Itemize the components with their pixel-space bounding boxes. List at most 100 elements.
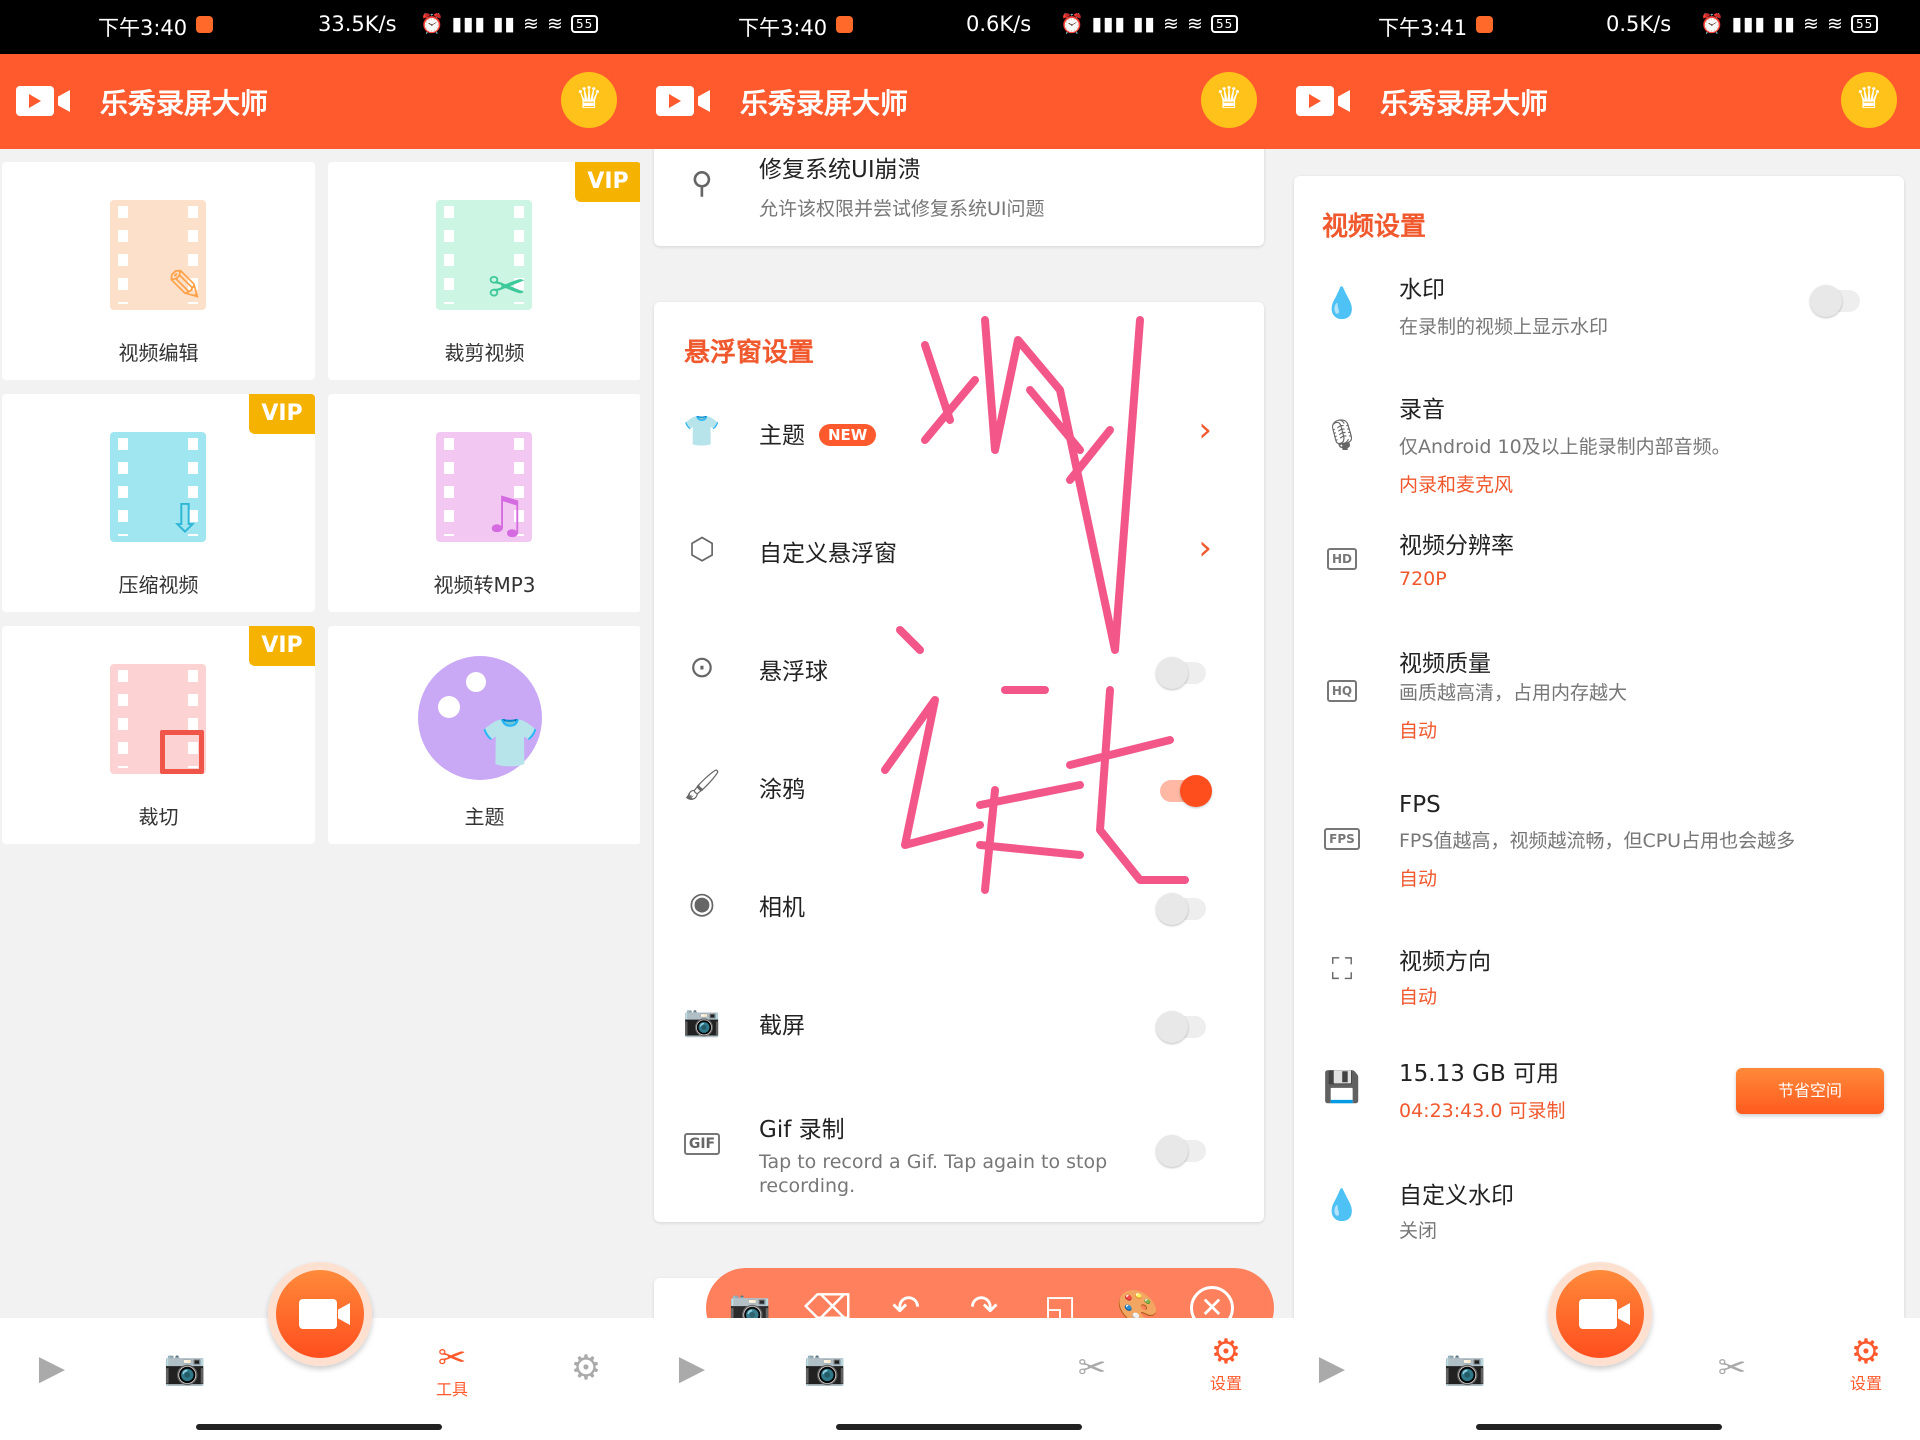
row-audio[interactable]: 🎙 录音 仅Android 10及以上能录制内部音频。 内录和麦克风 [1294,376,1904,498]
nav-settings-label: 设置 [1849,1374,1882,1393]
pencil-icon: ✎ [166,261,204,312]
app-bar: 乐秀录屏大师 ♛ [0,54,640,149]
record-button[interactable] [268,1262,372,1366]
tool-compress-video[interactable]: VIP ⇩ 压缩视频 [2,394,315,612]
status-bar: 下午3:40 33.5K/s ⏰ ▮▮▮ ▮▮ ≋ ≋ 55 [0,0,640,54]
status-time: 下午3:40 [738,16,828,40]
watermark-desc: 在录制的视频上显示水印 [1399,316,1609,338]
orientation-title: 视频方向 [1399,949,1491,975]
row-orientation[interactable]: ⛶ 视频方向 自动 [1294,914,1904,1026]
custom-watermark-drop-icon: 💧 [1323,1188,1361,1223]
fps-value: 自动 [1399,868,1438,890]
tshirt-icon: 👕 [480,715,540,771]
nav-tools-icon[interactable]: ✂ [1702,1348,1762,1388]
status-icons: ⏰ ▮▮▮ ▮▮ ≋ ≋ 55 [1700,12,1879,35]
vip-badge: VIP [575,162,640,202]
tool-label: 裁切 [138,805,179,829]
tool-video-to-mp3[interactable]: ♫ 视频转MP3 [328,394,640,612]
nav-settings[interactable]: ⚙ 设置 [1196,1332,1256,1394]
custom-watermark-title: 自定义水印 [1399,1183,1514,1209]
tool-video-edit[interactable]: ✎ 视频编辑 [2,162,315,380]
status-icon-glyphs: ⏰ ▮▮▮ ▮▮ ≋ ≋ [1060,13,1204,35]
crown-icon[interactable]: ♛ [561,72,617,128]
nav-tools[interactable]: ✂ 工具 [422,1338,482,1400]
phone-video-settings-screen: 下午3:41 0.5K/s ⏰ ▮▮▮ ▮▮ ≋ ≋ 55 乐秀录屏大师 ♛ 视… [1280,0,1920,1440]
app-logo-icon [16,86,54,116]
scissors-icon: ✂ [487,260,527,314]
settings-gear-icon: ⚙ [1210,1332,1242,1372]
save-space-button[interactable]: 节省空间 [1736,1068,1884,1114]
nav-settings[interactable]: ⚙ 设置 [1836,1332,1896,1394]
crown-icon[interactable]: ♛ [1201,72,1257,128]
status-bar: 下午3:41 0.5K/s ⏰ ▮▮▮ ▮▮ ≋ ≋ 55 [1280,0,1920,54]
tool-theme[interactable]: 👕 主题 [328,626,640,844]
home-indicator [836,1424,1082,1430]
hq-icon: HQ [1322,666,1362,706]
phone-2-header: 下午3:40 0.6K/s ⏰ ▮▮▮ ▮▮ ≋ ≋ 55 乐秀录屏大师 ♛ [640,0,1280,149]
nav-videos-icon[interactable]: ▶ [1302,1348,1362,1388]
audio-desc: 仅Android 10及以上能录制内部音频。 [1399,436,1731,458]
nav-videos-icon[interactable]: ▶ [22,1348,82,1388]
vip-badge: VIP [249,394,315,434]
app-bar: 乐秀录屏大师 ♛ [640,54,1280,149]
tools-icon: ✂ [437,1338,467,1378]
vip-badge: VIP [249,626,315,666]
settings-gear-icon: ⚙ [1850,1332,1882,1372]
app-logo-icon-part [1338,90,1350,112]
app-logo-icon [1296,86,1334,116]
row-quality[interactable]: HQ 视频质量 画质越高清，占用内存越大 自动 [1294,618,1904,766]
quality-title: 视频质量 [1399,651,1491,677]
home-indicator [1476,1424,1722,1430]
fps-icon: FPS [1322,814,1362,854]
status-bar: 下午3:40 0.6K/s ⏰ ▮▮▮ ▮▮ ≋ ≋ 55 [640,0,1280,54]
bottom-nav: ▶ 📷 ✂ ⚙ 设置 [640,1318,1280,1440]
nav-screenshots-icon[interactable]: 📷 [1435,1348,1495,1388]
battery-icon: 55 [1210,15,1239,33]
battery-icon: 55 [570,15,599,33]
record-button[interactable] [1548,1262,1652,1366]
save-disk-icon: 💾 [1323,1070,1361,1105]
status-icon-glyphs: ⏰ ▮▮▮ ▮▮ ≋ ≋ [420,13,564,35]
resolution-value: 720P [1399,568,1447,590]
phone-floating-settings-screen: ⚲ 修复系统UI崩溃 允许该权限并尝试修复系统UI问题 悬浮窗设置 👕 主题 NE… [640,0,1280,1440]
orientation-value: 自动 [1399,986,1438,1008]
recording-indicator-icon [836,16,853,33]
row-fps[interactable]: FPS FPS FPS值越高，视频越流畅，但CPU占用也会越多 自动 [1294,766,1904,914]
tool-label: 视频转MP3 [433,573,536,597]
recording-indicator-icon [1476,16,1493,33]
fps-desc: FPS值越高，视频越流畅，但CPU占用也会越多 [1399,830,1796,852]
battery-icon: 55 [1850,15,1879,33]
nav-screenshots-icon[interactable]: 📷 [795,1348,855,1388]
quality-value: 自动 [1399,720,1438,742]
nav-videos-icon[interactable]: ▶ [662,1348,722,1388]
nav-screenshots-icon[interactable]: 📷 [155,1348,215,1388]
music-note-icon: ♫ [482,486,528,544]
storage-title: 15.13 GB 可用 [1399,1061,1560,1087]
watermark-toggle[interactable] [1810,285,1860,317]
nav-settings-icon[interactable]: ⚙ [556,1348,616,1388]
tool-label: 视频编辑 [118,341,199,365]
tool-label: 裁剪视频 [444,341,525,365]
tool-crop[interactable]: VIP 裁切 [2,626,315,844]
fps-title: FPS [1399,792,1441,818]
recording-indicator-icon [196,16,213,33]
row-storage: 💾 15.13 GB 可用 04:23:43.0 可录制 节省空间 [1294,1026,1904,1148]
tool-label: 压缩视频 [118,573,199,597]
section-title: 视频设置 [1322,212,1427,242]
nav-tools-icon[interactable]: ✂ [1062,1348,1122,1388]
resolution-title: 视频分辨率 [1399,533,1514,559]
quality-desc: 画质越高清，占用内存越大 [1399,682,1628,704]
status-speed: 0.6K/s [966,12,1032,36]
app-logo-icon-part [58,90,70,112]
home-indicator [196,1424,442,1430]
tool-trim-video[interactable]: VIP ✂ 裁剪视频 [328,162,640,380]
status-speed: 33.5K/s [318,12,397,36]
row-custom-watermark[interactable]: 💧 自定义水印 关闭 [1294,1148,1904,1258]
crown-icon[interactable]: ♛ [1841,72,1897,128]
status-icons: ⏰ ▮▮▮ ▮▮ ≋ ≋ 55 [1060,12,1239,35]
app-logo-icon [656,86,694,116]
water-drop-icon: 💧 [1323,286,1361,321]
watermark-title: 水印 [1399,277,1445,303]
status-speed: 0.5K/s [1606,12,1672,36]
row-resolution[interactable]: HD 视频分辨率 720P [1294,498,1904,618]
